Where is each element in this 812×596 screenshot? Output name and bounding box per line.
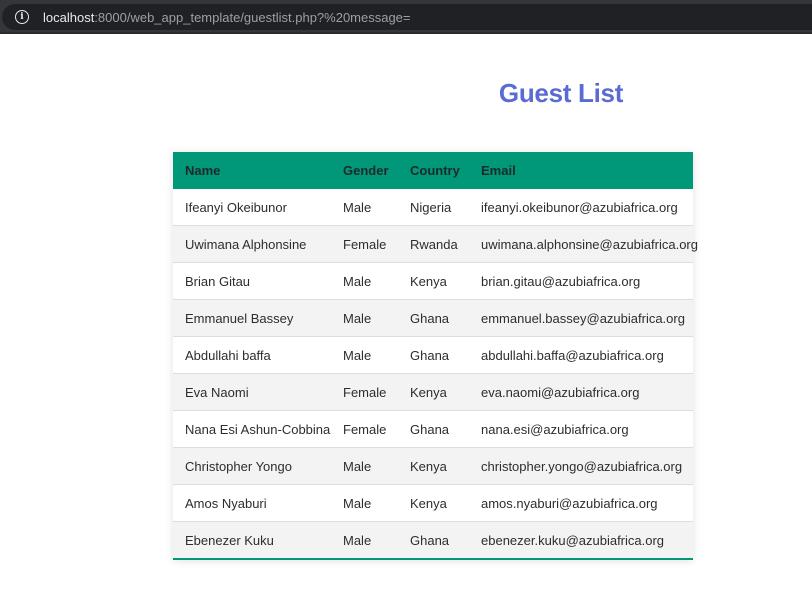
- url-path: :8000/web_app_template/guestlist.php?%20…: [94, 9, 411, 25]
- guest-email: uwimana.alphonsine@azubiafrica.org: [469, 225, 698, 263]
- browser-address-bar: i localhost:8000/web_app_template/guestl…: [0, 0, 812, 34]
- table-row: Nana Esi Ashun-Cobbina Female Ghana nana…: [173, 410, 693, 448]
- column-header-country: Country: [410, 163, 460, 178]
- url-text[interactable]: localhost:8000/web_app_template/guestlis…: [43, 10, 411, 25]
- guest-gender: Female: [331, 410, 398, 448]
- column-header-name: Name: [185, 163, 221, 178]
- table-row: Brian Gitau Male Kenya brian.gitau@azubi…: [173, 262, 693, 300]
- guest-email: christopher.yongo@azubiafrica.org: [469, 447, 693, 485]
- guest-email: ebenezer.kuku@azubiafrica.org: [469, 521, 693, 560]
- guest-name: Emmanuel Bassey: [173, 299, 331, 337]
- table-body: Ifeanyi Okeibunor Male Nigeria ifeanyi.o…: [173, 189, 698, 560]
- guest-country: Kenya: [398, 447, 469, 485]
- table-row: Emmanuel Bassey Male Ghana emmanuel.bass…: [173, 299, 693, 337]
- guest-table-container: Name Gender Country Email Ifeanyi Okeibu…: [173, 152, 698, 560]
- guest-gender: Male: [331, 189, 398, 226]
- guest-name: Ifeanyi Okeibunor: [173, 189, 331, 226]
- guest-name: Ebenezer Kuku: [173, 521, 331, 560]
- table-header: Name Gender Country Email: [173, 152, 693, 189]
- guest-gender: Male: [331, 484, 398, 522]
- guest-email: brian.gitau@azubiafrica.org: [469, 262, 693, 300]
- guest-country: Ghana: [398, 336, 469, 374]
- table-row: Abdullahi baffa Male Ghana abdullahi.baf…: [173, 336, 693, 374]
- page-title: Guest List: [498, 78, 624, 108]
- guest-name: Uwimana Alphonsine: [173, 225, 331, 263]
- url-host: localhost: [43, 9, 95, 25]
- table-row: Ebenezer Kuku Male Ghana ebenezer.kuku@a…: [173, 521, 693, 560]
- guest-country: Kenya: [398, 484, 469, 522]
- url-field[interactable]: i localhost:8000/web_app_template/guestl…: [2, 4, 812, 30]
- guest-gender: Male: [331, 336, 398, 374]
- guest-name: Brian Gitau: [173, 262, 331, 300]
- table-row: Eva Naomi Female Kenya eva.naomi@azubiaf…: [173, 373, 693, 411]
- guest-gender: Male: [331, 447, 398, 485]
- table-row: Amos Nyaburi Male Kenya amos.nyaburi@azu…: [173, 484, 693, 522]
- table-row: Ifeanyi Okeibunor Male Nigeria ifeanyi.o…: [173, 189, 693, 226]
- guest-gender: Female: [331, 225, 398, 263]
- guest-email: amos.nyaburi@azubiafrica.org: [469, 484, 693, 522]
- guest-country: Kenya: [398, 262, 469, 300]
- guest-country: Rwanda: [398, 225, 469, 263]
- guest-name: Abdullahi baffa: [173, 336, 331, 374]
- guest-country: Kenya: [398, 373, 469, 411]
- column-header-gender: Gender: [343, 163, 389, 178]
- guest-email: eva.naomi@azubiafrica.org: [469, 373, 693, 411]
- guest-email: ifeanyi.okeibunor@azubiafrica.org: [469, 189, 693, 226]
- table-header-row: Name Gender Country Email: [173, 152, 693, 189]
- guest-name: Amos Nyaburi: [173, 484, 331, 522]
- guest-email: emmanuel.bassey@azubiafrica.org: [469, 299, 693, 337]
- table-row: Uwimana Alphonsine Female Rwanda uwimana…: [173, 225, 698, 263]
- guest-gender: Male: [331, 521, 398, 560]
- table-row: Christopher Yongo Male Kenya christopher…: [173, 447, 693, 485]
- info-icon[interactable]: i: [15, 10, 29, 24]
- guest-country: Ghana: [398, 521, 469, 560]
- guest-country: Ghana: [398, 410, 469, 448]
- guest-gender: Female: [331, 373, 398, 411]
- guest-country: Ghana: [398, 299, 469, 337]
- guest-email: nana.esi@azubiafrica.org: [469, 410, 693, 448]
- guest-table: Name Gender Country Email Ifeanyi Okeibu…: [173, 152, 698, 560]
- guest-email: abdullahi.baffa@azubiafrica.org: [469, 336, 693, 374]
- guest-name: Eva Naomi: [173, 373, 331, 411]
- column-header-email: Email: [481, 163, 516, 178]
- guest-gender: Male: [331, 299, 398, 337]
- guest-name: Nana Esi Ashun-Cobbina: [173, 410, 331, 448]
- guest-country: Nigeria: [398, 189, 469, 226]
- guest-name: Christopher Yongo: [173, 447, 331, 485]
- guest-gender: Male: [331, 262, 398, 300]
